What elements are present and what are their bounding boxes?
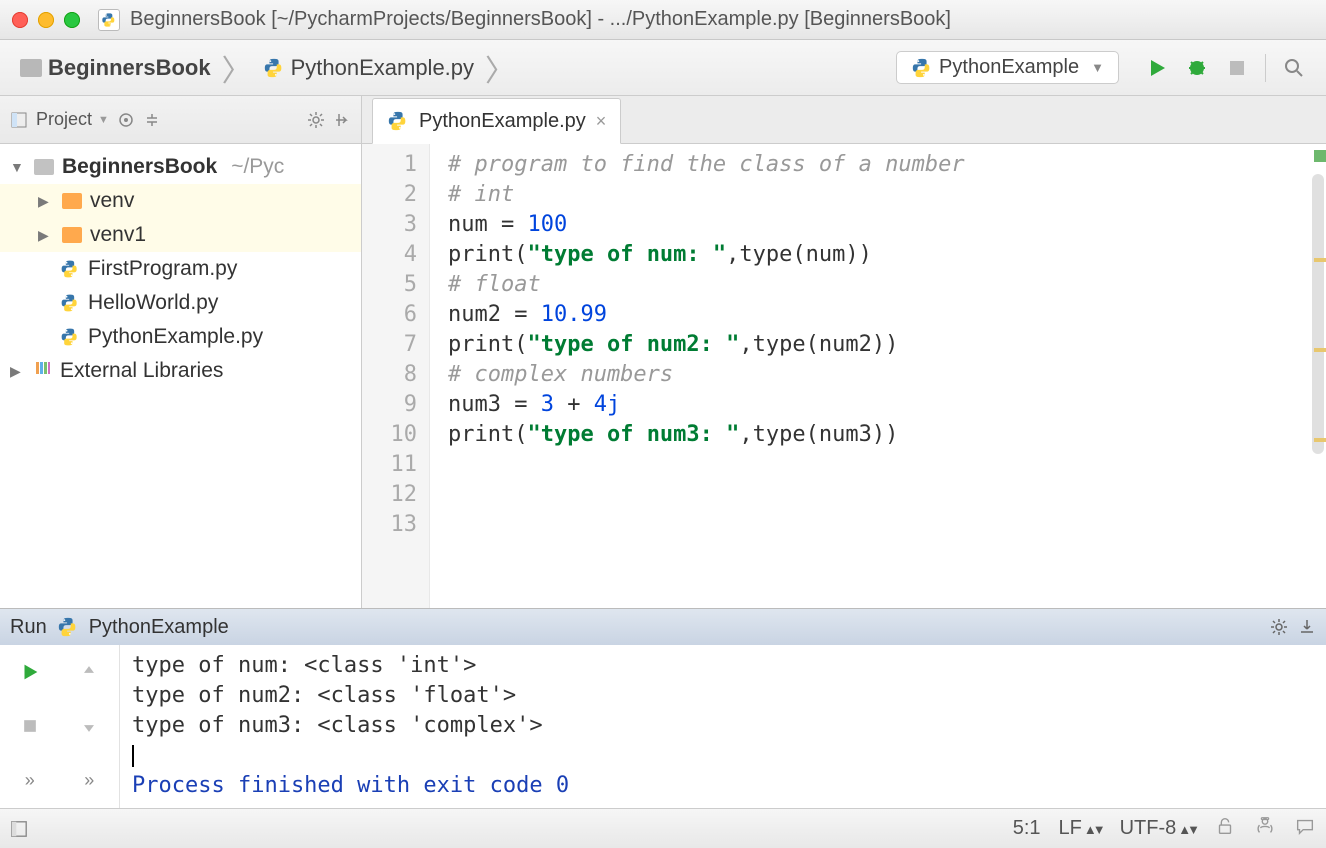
search-everywhere-button[interactable] (1278, 52, 1310, 84)
tree-file[interactable]: FirstProgram.py (0, 252, 361, 286)
tree-root[interactable]: ▼ BeginnersBook ~/Pyc (0, 150, 361, 184)
stop-button[interactable] (0, 699, 60, 753)
down-stack-button[interactable] (60, 699, 120, 753)
tree-folder[interactable]: ▶ venv1 (0, 218, 361, 252)
python-file-icon (60, 293, 80, 313)
hide-panel-icon[interactable] (333, 111, 351, 129)
python-file-icon (263, 57, 285, 79)
breadcrumb-project[interactable]: BeginnersBook (12, 51, 219, 85)
more-actions-button[interactable]: » (0, 754, 60, 808)
tree-folder[interactable]: ▶ venv (0, 184, 361, 218)
run-config-label: PythonExample (89, 616, 229, 639)
line-number-gutter[interactable]: 12345678910111213 (362, 144, 430, 608)
tree-label: PythonExample.py (88, 325, 263, 349)
scroll-from-source-icon[interactable] (117, 111, 135, 129)
app-icon (98, 9, 120, 31)
chevron-down-icon[interactable]: ▼ (10, 159, 26, 175)
tree-file[interactable]: HelloWorld.py (0, 286, 361, 320)
navigation-toolbar: BeginnersBook 〉 PythonExample.py 〉 Pytho… (0, 40, 1326, 96)
run-title-label: Run (10, 616, 47, 639)
close-window-button[interactable] (12, 12, 28, 28)
tree-label: venv1 (90, 223, 146, 247)
editor-tabs: PythonExample.py × (362, 96, 1326, 144)
run-config-label: PythonExample (939, 56, 1079, 79)
breadcrumb-label: PythonExample.py (291, 55, 474, 81)
tree-path: ~/Pyc (231, 155, 284, 179)
python-file-icon (60, 259, 80, 279)
project-view-label: Project (36, 109, 92, 130)
run-side-toolbar: » » (0, 645, 120, 808)
error-stripe[interactable] (1314, 150, 1326, 614)
readonly-lock-icon[interactable] (1214, 815, 1236, 843)
run-tool-window: Run PythonExample » » type o (0, 608, 1326, 808)
folder-icon (20, 59, 42, 77)
collapse-all-icon[interactable] (143, 111, 161, 129)
chevron-right-icon[interactable]: ▶ (10, 363, 26, 380)
python-file-icon (387, 110, 409, 132)
debug-button[interactable] (1181, 52, 1213, 84)
console-output[interactable]: type of num: <class 'int'>type of num2: … (120, 645, 1326, 808)
tree-label: HelloWorld.py (88, 291, 218, 315)
tree-label: External Libraries (60, 359, 223, 383)
tree-label: BeginnersBook (62, 155, 217, 179)
libraries-icon (34, 359, 52, 383)
project-view-select[interactable]: Project▼ (36, 109, 109, 130)
tab-label: PythonExample.py (419, 110, 586, 133)
tree-file[interactable]: PythonExample.py (0, 320, 361, 354)
folder-icon (34, 159, 54, 175)
python-file-icon (60, 327, 80, 347)
stop-button[interactable] (1221, 52, 1253, 84)
tool-windows-icon[interactable] (10, 820, 28, 838)
gear-icon[interactable] (1270, 618, 1288, 636)
inspector-icon[interactable] (1254, 815, 1276, 843)
up-stack-button[interactable] (60, 645, 120, 699)
run-configuration-select[interactable]: PythonExample ▼ (896, 51, 1119, 84)
notifications-icon[interactable] (1294, 815, 1316, 843)
window-titlebar: BeginnersBook [~/PycharmProjects/Beginne… (0, 0, 1326, 40)
code-editor[interactable]: 12345678910111213 # program to find the … (362, 144, 1326, 608)
window-title: BeginnersBook [~/PycharmProjects/Beginne… (130, 8, 951, 31)
download-icon[interactable] (1298, 618, 1316, 636)
toolbar-divider (1265, 54, 1266, 82)
minimize-window-button[interactable] (38, 12, 54, 28)
close-tab-icon[interactable]: × (596, 111, 607, 132)
caret-position[interactable]: 5:1 (1013, 817, 1041, 840)
editor-panel: PythonExample.py × 12345678910111213 # p… (362, 96, 1326, 608)
more-actions-button[interactable]: » (60, 754, 120, 808)
line-separator[interactable]: LF▲▼ (1059, 817, 1102, 840)
chevron-down-icon: ▼ (1091, 60, 1104, 75)
breadcrumb-separator: 〉 (222, 46, 252, 90)
status-bar: 5:1 LF▲▼ UTF-8▲▼ (0, 808, 1326, 848)
python-file-icon (57, 616, 79, 638)
rerun-button[interactable] (0, 645, 60, 699)
editor-tab[interactable]: PythonExample.py × (372, 98, 621, 144)
python-file-icon (911, 57, 933, 79)
maximize-window-button[interactable] (64, 12, 80, 28)
tree-external-libraries[interactable]: ▶ External Libraries (0, 354, 361, 388)
folder-icon (62, 193, 82, 209)
breadcrumb-separator: 〉 (485, 46, 515, 90)
project-view-icon (10, 111, 28, 129)
tree-label: venv (90, 189, 134, 213)
project-tree[interactable]: ▼ BeginnersBook ~/Pyc ▶ venv ▶ venv1 Fir… (0, 144, 361, 608)
breadcrumb: BeginnersBook 〉 PythonExample.py 〉 (12, 46, 896, 90)
folder-icon (62, 227, 82, 243)
tree-label: FirstProgram.py (88, 257, 237, 281)
chevron-right-icon[interactable]: ▶ (38, 193, 54, 210)
gear-icon[interactable] (307, 111, 325, 129)
breadcrumb-label: BeginnersBook (48, 55, 211, 81)
project-tool-window: Project▼ ▼ BeginnersBook ~/Pyc (0, 96, 362, 608)
file-encoding[interactable]: UTF-8▲▼ (1120, 817, 1196, 840)
run-toolbar: Run PythonExample (0, 609, 1326, 645)
project-toolbar: Project▼ (0, 96, 361, 144)
run-button[interactable] (1141, 52, 1173, 84)
breadcrumb-file[interactable]: PythonExample.py (255, 51, 482, 85)
chevron-right-icon[interactable]: ▶ (38, 227, 54, 244)
code-area[interactable]: # program to find the class of a number#… (430, 144, 1326, 608)
